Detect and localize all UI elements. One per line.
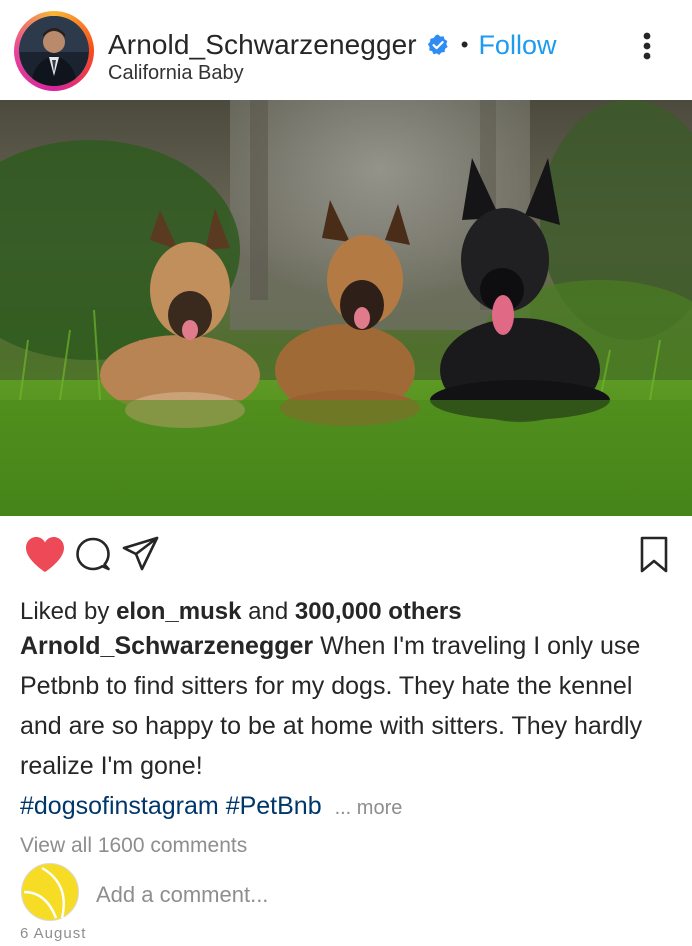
username-row: Arnold_Schwarzenegger • Follow xyxy=(108,26,556,64)
verified-badge-icon xyxy=(426,33,450,57)
vertical-dots-icon[interactable] xyxy=(638,30,656,64)
avatar-photo xyxy=(19,16,89,86)
post-actions xyxy=(0,530,692,580)
profile-avatar[interactable] xyxy=(14,11,94,91)
likes-others[interactable]: 300,000 others xyxy=(295,598,462,625)
post-image[interactable] xyxy=(0,100,692,516)
username[interactable]: Arnold_Schwarzenegger xyxy=(108,29,417,61)
caption-more-link[interactable]: ... more xyxy=(335,797,403,819)
post-header: Arnold_Schwarzenegger • Follow Californi… xyxy=(0,0,692,100)
likes-prefix: Liked by xyxy=(20,598,110,625)
likes-joiner: and xyxy=(248,598,289,625)
separator-dot: • xyxy=(460,32,469,57)
paper-plane-icon[interactable] xyxy=(122,536,160,577)
bookmark-icon[interactable] xyxy=(638,536,670,579)
caption-username[interactable]: Arnold_Schwarzenegger xyxy=(20,632,313,660)
heart-icon[interactable] xyxy=(24,536,66,579)
post-date: 6 August xyxy=(20,925,87,942)
hashtags-row: #dogsofinstagram #PetBnb ... more xyxy=(20,786,402,828)
liked-by-user[interactable]: elon_musk xyxy=(116,598,241,625)
follow-button[interactable]: Follow xyxy=(478,30,556,61)
add-comment-input[interactable]: Add a comment... xyxy=(96,882,268,908)
hashtag-dogsofinstagram[interactable]: #dogsofinstagram xyxy=(20,792,219,820)
comment-avatar xyxy=(20,862,80,922)
comment-bubble-icon[interactable] xyxy=(74,537,112,578)
view-all-comments-link[interactable]: View all 1600 comments xyxy=(20,834,247,858)
post-caption: Arnold_Schwarzenegger When I'm traveling… xyxy=(20,626,670,786)
post-location[interactable]: California Baby xyxy=(108,62,244,85)
hashtag-petbnb[interactable]: #PetBnb xyxy=(226,792,322,820)
likes-summary: Liked by elon_musk and 300,000 others xyxy=(20,598,462,626)
